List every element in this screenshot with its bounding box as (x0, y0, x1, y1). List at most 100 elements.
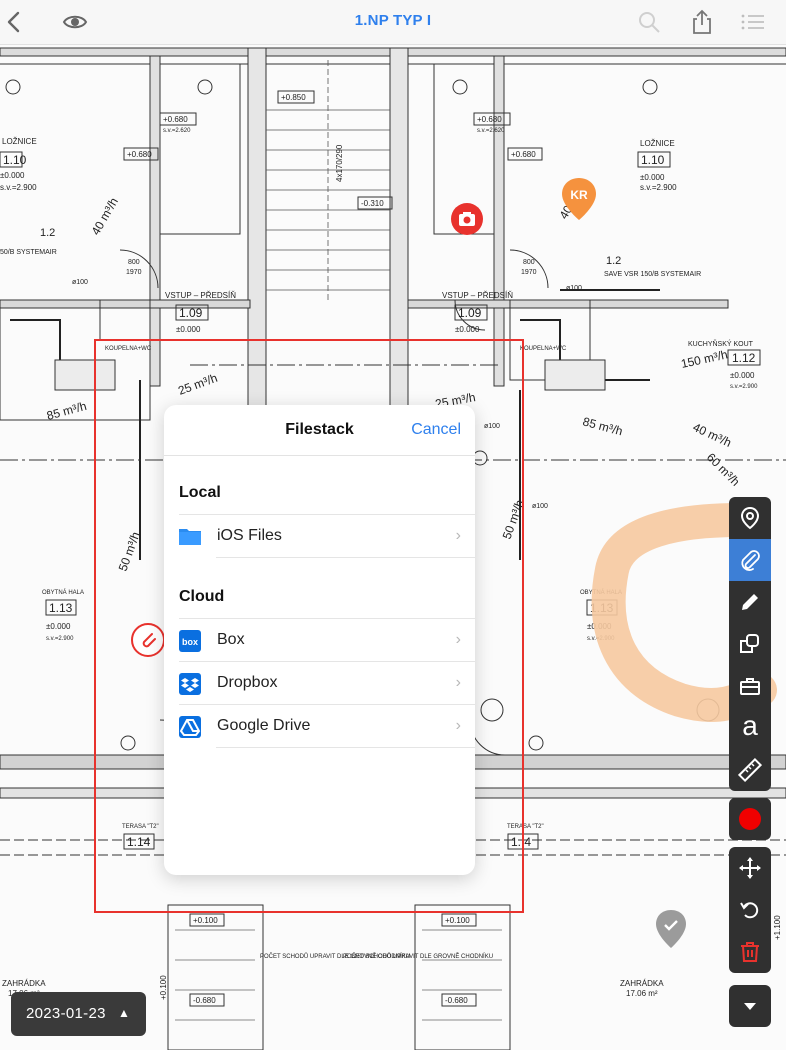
trash-icon[interactable] (729, 931, 771, 973)
svg-text:40 m³/h: 40 m³/h (88, 195, 120, 237)
text-icon[interactable]: a (729, 707, 771, 749)
svg-text:+0.100: +0.100 (193, 916, 218, 925)
cancel-button[interactable]: Cancel (411, 421, 461, 439)
svg-text:150 m³/h: 150 m³/h (680, 347, 729, 371)
svg-text:+0.100: +0.100 (159, 975, 168, 1000)
svg-text:85 m³/h: 85 m³/h (45, 399, 88, 423)
svg-text:±0.000: ±0.000 (730, 371, 755, 380)
svg-text:KOUPELNA+WC: KOUPELNA+WC (520, 346, 567, 352)
share-icon[interactable] (689, 9, 715, 35)
svg-text:VSTUP – PŘEDSÍŇ: VSTUP – PŘEDSÍŇ (442, 291, 513, 300)
svg-text:1.10: 1.10 (641, 153, 665, 167)
svg-text:VSTUP – PŘEDSÍŇ: VSTUP – PŘEDSÍŇ (165, 291, 236, 300)
top-navigation-bar: 1.NP TYP I (0, 0, 786, 45)
svg-text:+0.850: +0.850 (281, 93, 306, 102)
svg-text:800: 800 (523, 259, 535, 266)
svg-text:KUCHYŇSKÝ KOUT: KUCHYŇSKÝ KOUT (688, 339, 754, 348)
svg-text:±0.000: ±0.000 (0, 171, 25, 180)
svg-text:POČET SCHODŮ UPRAVIT DLE GROVN: POČET SCHODŮ UPRAVIT DLE GROVNĚ CHODNÍKU (343, 952, 493, 960)
camera-icon[interactable] (451, 203, 483, 240)
text-tool-glyph: a (742, 710, 758, 741)
search-icon[interactable] (636, 9, 662, 35)
svg-text:s.v.=2.620: s.v.=2.620 (477, 128, 505, 134)
source-item-ios-files[interactable]: iOS Files › (179, 514, 475, 557)
svg-text:50/B SYSTEMAIR: 50/B SYSTEMAIR (0, 249, 57, 256)
color-dot-icon[interactable] (729, 798, 771, 840)
svg-text:-0.310: -0.310 (361, 199, 384, 208)
move-icon[interactable] (729, 847, 771, 889)
tool-group-collapse (729, 985, 771, 1027)
svg-text:1.10: 1.10 (3, 153, 27, 167)
markup-toolbar: a (729, 497, 771, 1034)
date-label: 2023-01-23 (26, 1005, 106, 1022)
document-title: 1.NP TYP I (354, 12, 432, 29)
svg-text:+0.680: +0.680 (511, 150, 536, 159)
section-label-cloud: Cloud (179, 588, 225, 605)
svg-text:ø100: ø100 (566, 285, 582, 292)
svg-text:40 m³/h: 40 m³/h (691, 420, 734, 450)
svg-text:ZAHRÁDKA: ZAHRÁDKA (2, 979, 46, 988)
svg-text:60 m³/h: 60 m³/h (704, 450, 743, 489)
chevron-right-icon: › (455, 717, 461, 734)
ruler-icon[interactable] (729, 749, 771, 791)
caret-down-icon[interactable] (729, 985, 771, 1027)
date-selector[interactable]: 2023-01-23 ▲ (11, 992, 146, 1036)
svg-text:17.06 m²: 17.06 m² (626, 989, 658, 998)
google-drive-icon (179, 716, 201, 738)
svg-text:85 m³/h: 85 m³/h (581, 414, 624, 438)
svg-text:+0.680: +0.680 (127, 150, 152, 159)
svg-text:800: 800 (128, 259, 140, 266)
tool-group-edit (729, 847, 771, 973)
source-label: Google Drive (217, 717, 311, 734)
paperclip-icon[interactable] (130, 622, 166, 663)
source-item-box[interactable]: box Box › (179, 618, 475, 661)
svg-text:1.2: 1.2 (606, 255, 621, 267)
svg-text:ZAHRÁDKA: ZAHRÁDKA (620, 979, 664, 988)
svg-text:4x170/290: 4x170/290 (335, 144, 344, 182)
svg-text:LOŽNICE: LOŽNICE (2, 137, 37, 146)
svg-text:+1.100: +1.100 (773, 915, 782, 940)
source-item-google-drive[interactable]: Google Drive › (179, 704, 475, 747)
svg-text:-0.680: -0.680 (445, 996, 468, 1005)
paperclip-icon[interactable] (729, 539, 771, 581)
svg-text:±0.000: ±0.000 (640, 173, 665, 182)
svg-text:1970: 1970 (126, 269, 142, 276)
svg-text:LOŽNICE: LOŽNICE (640, 139, 675, 148)
pencil-icon[interactable] (729, 581, 771, 623)
source-item-dropbox[interactable]: Dropbox › (179, 661, 475, 704)
svg-text:s.v.=2.900: s.v.=2.900 (0, 183, 37, 192)
svg-text:SAVE VSR 150/B SYSTEMAIR: SAVE VSR 150/B SYSTEMAIR (604, 271, 701, 278)
svg-text:ø100: ø100 (532, 503, 548, 510)
user-initials: KR (570, 188, 588, 202)
tool-group-main: a (729, 497, 771, 791)
modal-header: Filestack Cancel (164, 405, 475, 456)
undo-icon[interactable] (729, 889, 771, 931)
svg-text:1.13: 1.13 (49, 601, 73, 615)
svg-text:s.v.=2.900: s.v.=2.900 (46, 636, 74, 642)
shapes-icon[interactable] (729, 623, 771, 665)
svg-text:1.12: 1.12 (732, 351, 756, 365)
svg-text:s.v.=2.900: s.v.=2.900 (730, 384, 758, 390)
dropbox-icon (179, 673, 201, 695)
chevron-right-icon: › (455, 674, 461, 691)
svg-text:+0.680: +0.680 (477, 115, 502, 124)
check-pin-icon[interactable] (656, 910, 686, 955)
map-pin-icon[interactable] (729, 497, 771, 539)
tool-group-color (729, 798, 771, 840)
svg-text:+0.680: +0.680 (163, 115, 188, 124)
box-icon: box (179, 630, 201, 652)
svg-text:-0.680: -0.680 (193, 996, 216, 1005)
toolbox-icon[interactable] (729, 665, 771, 707)
svg-text:+0.100: +0.100 (445, 916, 470, 925)
svg-text:OBYTNÁ HALA: OBYTNÁ HALA (42, 589, 84, 596)
list-icon[interactable] (740, 9, 766, 35)
svg-text:1.2: 1.2 (40, 227, 55, 239)
svg-text:1970: 1970 (521, 269, 537, 276)
box-logo-text: box (182, 637, 198, 647)
source-label: Dropbox (217, 674, 278, 691)
user-marker[interactable]: KR (562, 178, 596, 225)
chevron-right-icon: › (455, 527, 461, 544)
svg-text:±0.000: ±0.000 (455, 325, 480, 334)
filestack-modal: Filestack Cancel Local iOS Files › Cloud… (164, 405, 475, 875)
caret-up-icon: ▲ (118, 1006, 130, 1020)
